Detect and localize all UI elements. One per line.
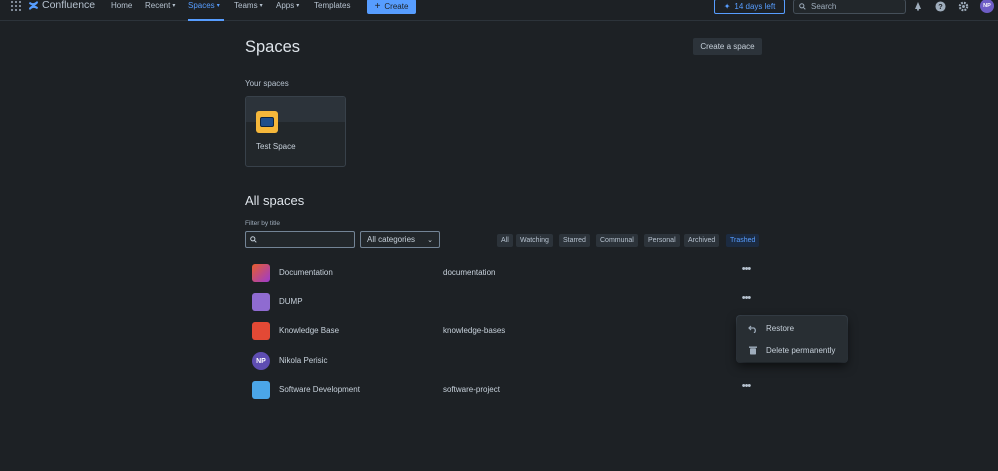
space-row[interactable]: DUMP ••• xyxy=(245,289,762,315)
your-spaces-heading: Your spaces xyxy=(245,79,289,88)
nav-teams-label: Teams xyxy=(234,1,258,10)
tab-all[interactable]: All xyxy=(497,234,513,247)
space-card-label: Test Space xyxy=(256,142,296,151)
nav-apps-label: Apps xyxy=(276,1,295,10)
tab-communal[interactable]: Communal xyxy=(596,234,638,247)
space-row[interactable]: NP Nikola Perisic xyxy=(245,348,762,374)
confluence-logo-icon xyxy=(28,0,39,10)
nav-home-label: Home xyxy=(111,1,133,10)
nav-apps[interactable]: Apps ▾ xyxy=(276,0,299,21)
chevron-down-icon: ▾ xyxy=(259,3,263,9)
space-row[interactable]: Knowledge Base knowledge-bases xyxy=(245,318,762,344)
space-name[interactable]: Knowledge Base xyxy=(279,326,339,335)
nav-templates-label: Templates xyxy=(314,1,351,10)
menu-item-label: Restore xyxy=(766,323,795,333)
page-title: Spaces xyxy=(245,38,301,56)
help-icon[interactable]: ? xyxy=(934,0,946,12)
svg-text:?: ? xyxy=(938,1,943,10)
filter-label: Filter by title xyxy=(245,220,281,227)
more-actions-icon[interactable]: ••• xyxy=(739,264,753,276)
create-label: Create xyxy=(384,2,409,11)
space-key: documentation xyxy=(443,268,496,277)
menu-item-restore[interactable]: Restore xyxy=(737,318,847,338)
space-briefcase-icon xyxy=(256,111,278,133)
personal-space-avatar: NP xyxy=(252,352,270,370)
search-input[interactable]: Search xyxy=(793,0,906,14)
sparkle-icon: ✦ xyxy=(723,2,731,11)
space-name[interactable]: Documentation xyxy=(279,268,333,277)
knowledge-base-space-icon xyxy=(252,322,270,340)
tab-archived[interactable]: Archived xyxy=(684,234,720,247)
user-avatar[interactable]: NP xyxy=(980,0,994,13)
create-button[interactable]: + Create xyxy=(367,0,416,14)
confluence-logo[interactable]: Confluence xyxy=(28,0,95,11)
nav-home[interactable]: Home xyxy=(111,0,132,21)
space-actions-menu: Restore Delete permanently xyxy=(737,316,847,362)
all-spaces-heading: All spaces xyxy=(245,193,305,208)
space-row[interactable]: Documentation documentation ••• xyxy=(245,260,762,286)
brand-name: Confluence xyxy=(42,0,96,11)
notifications-icon[interactable] xyxy=(912,0,924,12)
space-key: software-project xyxy=(443,385,500,394)
plus-icon: + xyxy=(374,0,381,12)
nav-teams[interactable]: Teams ▾ xyxy=(234,0,263,21)
tab-starred[interactable]: Starred xyxy=(559,234,590,247)
chevron-down-icon: ▾ xyxy=(216,3,220,9)
search-placeholder: Search xyxy=(811,2,837,11)
trial-label: 14 days left xyxy=(734,2,776,11)
nav-templates[interactable]: Templates xyxy=(314,0,350,21)
tab-watching[interactable]: Watching xyxy=(516,234,553,247)
top-nav: Confluence Home Recent ▾ Spaces ▾ Teams ▾ A… xyxy=(0,0,998,21)
chevron-down-icon: ▾ xyxy=(296,3,300,9)
chevron-down-icon: ▾ xyxy=(172,3,176,9)
space-filter-tabs: All Watching Starred Communal Personal A… xyxy=(0,234,998,247)
documentation-space-icon xyxy=(252,264,270,282)
settings-gear-icon[interactable] xyxy=(957,0,969,12)
trial-button[interactable]: ✦ 14 days left xyxy=(714,0,785,14)
undo-icon xyxy=(748,325,756,333)
space-name[interactable]: Nikola Perisic xyxy=(279,356,327,365)
trash-icon xyxy=(749,346,757,355)
dump-space-icon xyxy=(252,293,270,311)
nav-spaces-label: Spaces xyxy=(188,1,215,10)
search-icon xyxy=(799,3,806,10)
create-space-button[interactable]: Create a space xyxy=(693,38,762,55)
nav-recent[interactable]: Recent ▾ xyxy=(145,0,175,21)
app-switcher-icon[interactable] xyxy=(11,1,21,11)
space-row[interactable]: Software Development software-project ••… xyxy=(245,377,762,403)
space-card-test-space[interactable]: Test Space xyxy=(245,96,346,167)
nav-spaces[interactable]: Spaces ▾ xyxy=(188,0,224,21)
space-key: knowledge-bases xyxy=(443,326,506,335)
space-name[interactable]: DUMP xyxy=(279,297,303,306)
more-actions-icon[interactable]: ••• xyxy=(739,293,753,305)
software-development-space-icon xyxy=(252,381,270,399)
menu-item-label: Delete permanently xyxy=(766,345,836,355)
nav-recent-label: Recent xyxy=(145,1,171,10)
menu-item-delete-permanently[interactable]: Delete permanently xyxy=(737,340,847,360)
tab-trashed[interactable]: Trashed xyxy=(726,234,760,247)
space-name[interactable]: Software Development xyxy=(279,385,360,394)
more-actions-icon[interactable]: ••• xyxy=(739,381,753,393)
tab-personal[interactable]: Personal xyxy=(644,234,680,247)
